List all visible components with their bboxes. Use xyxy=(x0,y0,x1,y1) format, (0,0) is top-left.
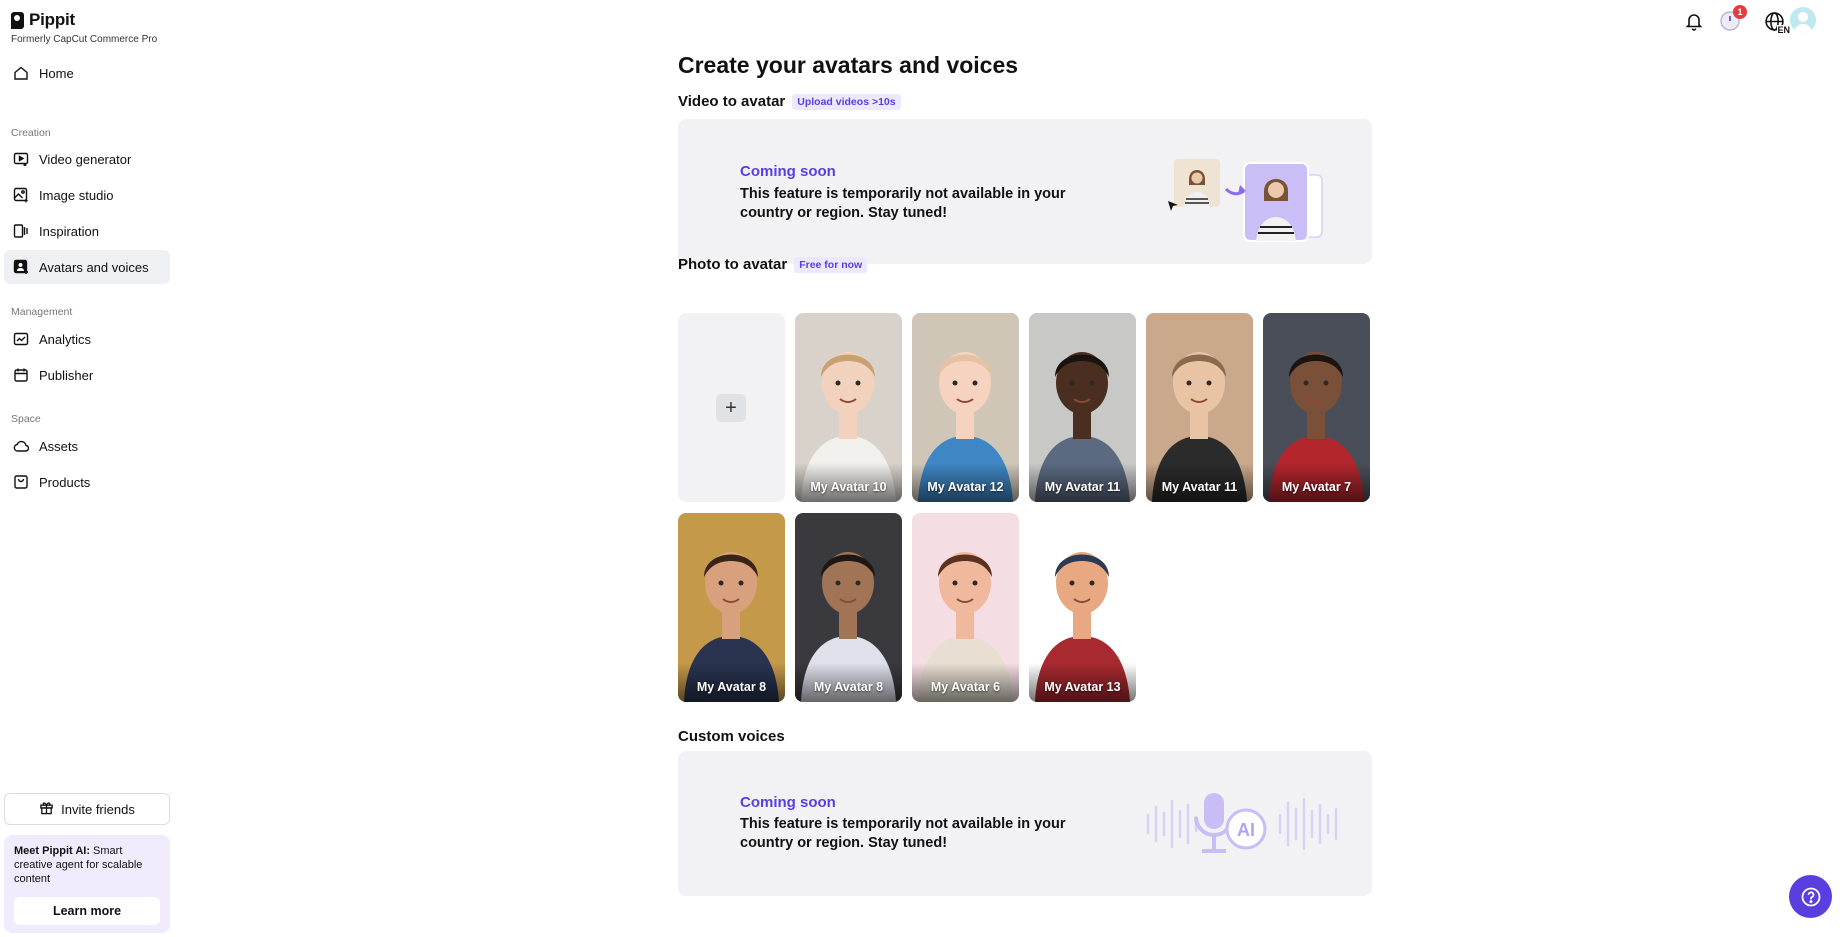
image-studio-icon xyxy=(12,186,30,204)
promo-text: Meet Pippit AI: Smart creative agent for… xyxy=(14,844,160,886)
user-avatar[interactable] xyxy=(1790,7,1816,33)
sidebar-item-avatars-voices[interactable]: Avatars and voices xyxy=(4,250,170,284)
upload-videos-tag: Upload videos >10s xyxy=(792,93,901,110)
activity-button[interactable]: 1 xyxy=(1718,5,1747,33)
coming-soon-label: Coming soon xyxy=(740,794,836,811)
language-button[interactable]: EN xyxy=(1762,9,1790,35)
calendar-icon xyxy=(12,366,30,384)
avatar-card[interactable]: My Avatar 8 xyxy=(795,513,902,702)
sidebar-item-label: Image studio xyxy=(39,187,114,203)
avatar-card-label: My Avatar 10 xyxy=(810,480,887,494)
sidebar-item-image-studio[interactable]: Image studio xyxy=(4,178,170,212)
section-label-management: Management xyxy=(11,306,73,318)
sidebar-item-products[interactable]: Products xyxy=(4,465,170,499)
video-to-avatar-illustration xyxy=(1168,159,1323,242)
brand-name: Pippit xyxy=(29,10,76,29)
custom-voices-card: Coming soon This feature is temporarily … xyxy=(678,751,1372,896)
sidebar-item-label: Avatars and voices xyxy=(39,259,149,275)
avatar-portrait-image xyxy=(912,552,1019,702)
learn-more-button[interactable]: Learn more xyxy=(14,897,160,925)
custom-voices-title: Custom voices xyxy=(678,728,785,745)
avatar-portrait-image xyxy=(1029,552,1136,702)
coming-soon-label: Coming soon xyxy=(740,163,836,180)
avatar-portrait-image xyxy=(678,552,785,702)
video-to-avatar-heading: Video to avatar Upload videos >10s xyxy=(678,93,901,110)
sidebar: Pippit Formerly CapCut Commerce Pro Home… xyxy=(0,0,172,937)
voice-waveform-illustration: AI xyxy=(1146,793,1338,853)
sidebar-item-home[interactable]: Home xyxy=(4,56,170,90)
avatar-portrait-image xyxy=(1263,352,1370,502)
avatar-card[interactable]: My Avatar 11 xyxy=(1029,313,1136,502)
avatar-portrait-image xyxy=(1146,352,1253,502)
avatar-card-label: My Avatar 11 xyxy=(1161,480,1238,494)
sidebar-item-analytics[interactable]: Analytics xyxy=(4,322,170,356)
inspiration-icon xyxy=(12,222,30,240)
sidebar-item-assets[interactable]: Assets xyxy=(4,429,170,463)
avatar-card[interactable]: My Avatar 6 xyxy=(912,513,1019,702)
gift-icon xyxy=(39,800,54,818)
help-button[interactable] xyxy=(1789,875,1832,918)
avatar-card[interactable]: My Avatar 7 xyxy=(1263,313,1370,502)
avatar-card-label: My Avatar 6 xyxy=(930,680,1001,694)
brand-subtitle: Formerly CapCut Commerce Pro xyxy=(11,34,158,45)
sidebar-item-label: Analytics xyxy=(39,331,92,347)
avatar-card[interactable]: My Avatar 13 xyxy=(1029,513,1136,702)
avatar-card-label: My Avatar 13 xyxy=(1044,680,1121,694)
avatar-portrait-image xyxy=(795,352,902,502)
logo[interactable]: Pippit xyxy=(11,10,75,30)
unavailable-description: This feature is temporarily not availabl… xyxy=(740,816,1066,851)
sidebar-item-label: Assets xyxy=(39,438,79,454)
section-label-creation: Creation xyxy=(11,127,51,139)
bell-icon xyxy=(1685,14,1703,31)
cloud-icon xyxy=(12,437,30,455)
photo-to-avatar-heading: Photo to avatar Free for now xyxy=(678,256,868,273)
video-generator-icon xyxy=(12,150,30,168)
avatar-card-label: My Avatar 7 xyxy=(1281,480,1352,494)
pippit-ai-promo: Meet Pippit AI: Smart creative agent for… xyxy=(4,835,170,933)
avatars-icon xyxy=(12,258,30,276)
product-bag-icon xyxy=(12,473,30,491)
avatar-portrait-image xyxy=(1029,352,1136,502)
avatar-portrait-image xyxy=(795,552,902,702)
add-photo-avatar-tile[interactable]: + xyxy=(678,313,785,502)
unavailable-description: This feature is temporarily not availabl… xyxy=(740,186,1066,221)
free-for-now-tag: Free for now xyxy=(794,256,868,273)
notification-bell-button[interactable] xyxy=(1682,9,1706,33)
notification-badge: 1 xyxy=(1733,5,1747,19)
photo-to-avatar-title: Photo to avatar xyxy=(678,256,788,273)
video-to-avatar-card: Coming soon This feature is temporarily … xyxy=(678,119,1372,264)
avatar-card-label: My Avatar 12 xyxy=(927,480,1004,494)
sidebar-item-publisher[interactable]: Publisher xyxy=(4,358,170,392)
sidebar-item-inspiration[interactable]: Inspiration xyxy=(4,214,170,248)
avatar-card-label: My Avatar 8 xyxy=(696,680,767,694)
avatar-card-label: My Avatar 11 xyxy=(1044,480,1121,494)
ai-badge-text: AI xyxy=(1237,820,1255,840)
custom-voices-heading: Custom voices xyxy=(678,728,785,745)
help-icon xyxy=(1801,887,1820,906)
add-icon[interactable]: + xyxy=(716,394,746,422)
promo-bold: Meet Pippit AI: xyxy=(14,845,90,857)
sidebar-item-video-generator[interactable]: Video generator xyxy=(4,142,170,176)
page-title: Create your avatars and voices xyxy=(678,52,1019,78)
invite-friends-button[interactable]: Invite friends xyxy=(4,793,170,825)
sidebar-item-label: Products xyxy=(39,474,91,490)
pippit-logo-icon xyxy=(11,11,24,29)
avatar-card[interactable]: My Avatar 8 xyxy=(678,513,785,702)
sidebar-item-label: Publisher xyxy=(39,367,94,383)
avatar-card-label: My Avatar 8 xyxy=(813,680,884,694)
invite-friends-label: Invite friends xyxy=(61,801,135,817)
home-icon xyxy=(12,64,30,82)
section-label-space: Space xyxy=(11,413,41,425)
sidebar-item-label: Home xyxy=(39,65,74,81)
video-to-avatar-title: Video to avatar xyxy=(678,93,786,110)
analytics-icon xyxy=(12,330,30,348)
avatar-card[interactable]: My Avatar 10 xyxy=(795,313,902,502)
avatar-card[interactable]: My Avatar 11 xyxy=(1146,313,1253,502)
avatar-card[interactable]: My Avatar 12 xyxy=(912,313,1019,502)
sidebar-item-label: Inspiration xyxy=(39,223,99,239)
sidebar-item-label: Video generator xyxy=(39,151,132,167)
language-code: EN xyxy=(1777,25,1790,35)
avatar-portrait-image xyxy=(912,352,1019,502)
